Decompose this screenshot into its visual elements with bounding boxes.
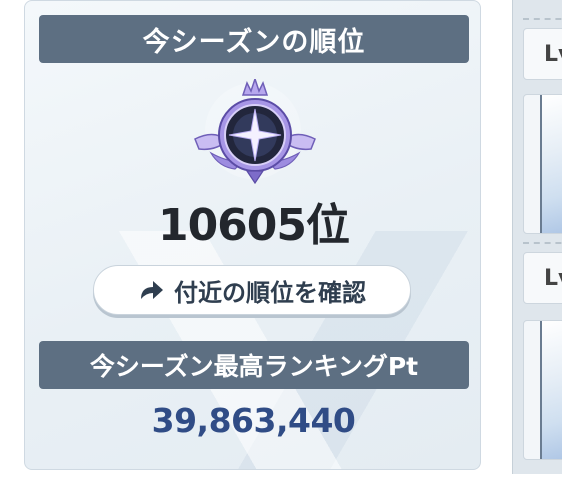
side-list-panel: Lv Lv (512, 0, 562, 474)
side-level-label: Lv (544, 266, 562, 291)
season-rank-header: 今シーズンの順位 (39, 15, 469, 63)
side-character-card[interactable] (523, 94, 562, 234)
side-level-label: Lv (544, 42, 562, 67)
season-best-header: 今シーズン最高ランキングPt (39, 341, 469, 389)
rank-value: 10605位 (157, 200, 350, 251)
side-character-card[interactable] (523, 320, 562, 460)
view-nearby-ranks-label: 付近の順位を確認 (174, 278, 366, 307)
view-nearby-ranks-button[interactable]: 付近の順位を確認 (93, 265, 411, 315)
share-arrow-icon (141, 281, 163, 299)
season-rank-header-label: 今シーズンの順位 (142, 26, 366, 58)
side-level-row: Lv (523, 252, 562, 304)
divider (523, 18, 562, 20)
season-best-header-label: 今シーズン最高ランキングPt (89, 352, 419, 381)
season-best-points: 39,863,440 (151, 401, 356, 440)
character-art (540, 95, 562, 233)
side-level-row: Lv (523, 28, 562, 80)
divider (523, 242, 562, 244)
character-art (540, 321, 562, 459)
rank-emblem-icon (194, 79, 316, 185)
season-rank-panel: 今シーズンの順位 10605位 付近の順位を確認 今シーズン最高ランキングPt … (24, 0, 481, 470)
